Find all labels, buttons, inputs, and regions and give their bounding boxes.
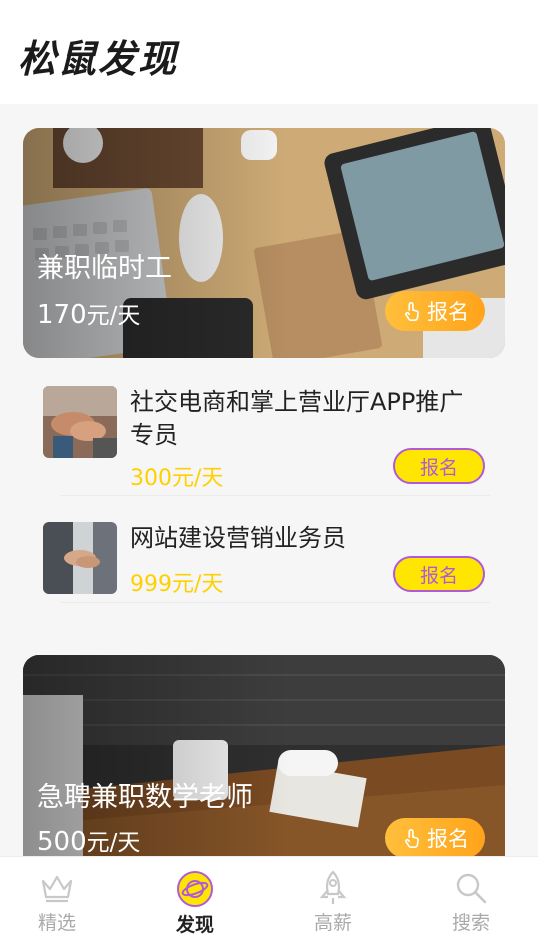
tap-hand-icon (405, 301, 419, 321)
job-thumbnail (43, 386, 117, 458)
job-title: 社交电商和掌上营业厅APP推广专员 (130, 388, 464, 449)
divider (60, 495, 490, 496)
tab-featured[interactable]: 精选 (0, 857, 124, 934)
tab-discover[interactable]: 发现 (128, 857, 262, 934)
signup-button[interactable]: 报名 (385, 818, 485, 856)
featured-job-price: 170元/天 (37, 300, 141, 330)
featured-job-card[interactable]: 急聘兼职数学老师 500元/天 报名 (23, 655, 505, 856)
page-title: 松鼠发现 (18, 37, 179, 81)
signup-button[interactable]: 报名 (385, 291, 485, 331)
planet-icon (176, 870, 214, 908)
featured-job-price: 500元/天 (37, 827, 141, 856)
discover-feed[interactable]: 兼职临时工 170元/天 报名 社交电商和掌上营业厅APP推广专员 300元/天… (0, 104, 538, 856)
featured-job-title: 兼职临时工 (37, 253, 172, 284)
tab-search[interactable]: 搜索 (404, 857, 538, 934)
job-price: 300元/天 (130, 466, 224, 491)
crown-icon (38, 870, 76, 906)
divider (60, 602, 490, 603)
list-item[interactable]: 网站建设营销业务员 999元/天 报名 (43, 522, 485, 597)
bottom-tab-bar: 精选 发现 高薪 搜索 (0, 856, 538, 934)
tab-high-salary[interactable]: 高薪 (266, 857, 400, 934)
signup-button[interactable]: 报名 (393, 556, 485, 592)
job-thumbnail (43, 522, 117, 594)
job-price: 999元/天 (130, 572, 224, 597)
featured-job-card[interactable]: 兼职临时工 170元/天 报名 (23, 128, 505, 358)
tap-hand-icon (405, 828, 419, 848)
search-icon (452, 870, 490, 906)
rocket-icon (314, 870, 352, 906)
list-item[interactable]: 社交电商和掌上营业厅APP推广专员 300元/天 报名 (43, 386, 485, 491)
top-header: 松鼠发现 (0, 0, 538, 104)
featured-job-title: 急聘兼职数学老师 (37, 782, 253, 813)
signup-button[interactable]: 报名 (393, 448, 485, 484)
job-title: 网站建设营销业务员 (130, 524, 346, 552)
